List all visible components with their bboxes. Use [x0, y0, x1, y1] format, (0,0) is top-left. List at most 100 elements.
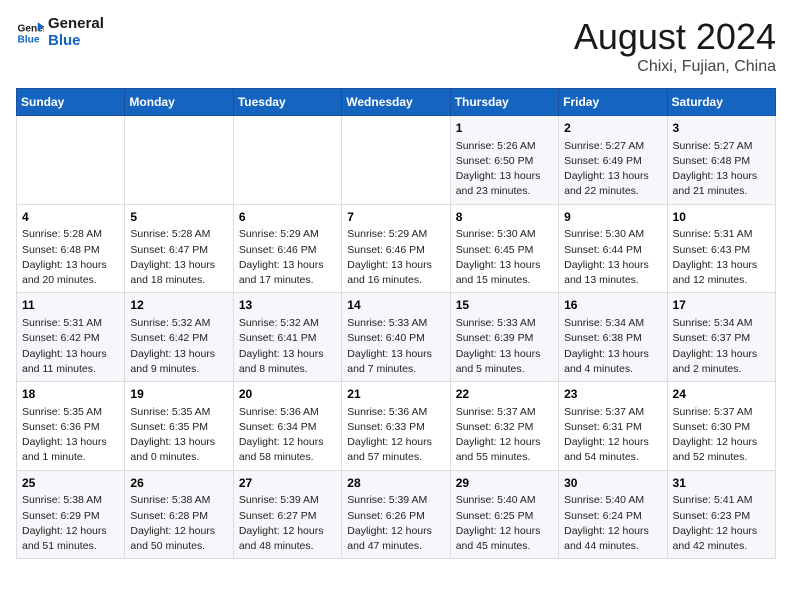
- day-info: Sunrise: 5:36 AMSunset: 6:34 PMDaylight:…: [239, 405, 336, 466]
- day-info: Sunrise: 5:33 AMSunset: 6:40 PMDaylight:…: [347, 316, 444, 377]
- day-number: 13: [239, 297, 336, 314]
- calendar-cell: 17 Sunrise: 5:34 AMSunset: 6:37 PMDayligh…: [667, 293, 775, 382]
- calendar-cell: 27Sunrise: 5:39 AMSunset: 6:27 PMDayligh…: [233, 470, 341, 559]
- day-number: 30: [564, 475, 661, 492]
- day-number: 19: [130, 386, 227, 403]
- day-number: 25: [22, 475, 119, 492]
- day-info: Sunrise: 5:26 AMSunset: 6:50 PMDaylight:…: [456, 139, 553, 200]
- day-number: 4: [22, 209, 119, 226]
- calendar-cell: 20 Sunrise: 5:36 AMSunset: 6:34 PMDayligh…: [233, 382, 341, 471]
- day-info: Sunrise: 5:34 AMSunset: 6:38 PMDaylight:…: [564, 316, 661, 377]
- day-number: 28: [347, 475, 444, 492]
- day-number: 2: [564, 120, 661, 137]
- day-number: 7: [347, 209, 444, 226]
- calendar-cell: [17, 116, 125, 205]
- calendar-cell: 24 Sunrise: 5:37 AMSunset: 6:30 PMDayligh…: [667, 382, 775, 471]
- day-number: 16: [564, 297, 661, 314]
- calendar-cell: 10Sunrise: 5:31 AMSunset: 6:43 PMDayligh…: [667, 204, 775, 293]
- col-header-sunday: Sunday: [17, 89, 125, 116]
- day-info: Sunrise: 5:37 AMSunset: 6:30 PMDaylight:…: [673, 405, 770, 466]
- calendar-cell: 4Sunrise: 5:28 AMSunset: 6:48 PMDaylight…: [17, 204, 125, 293]
- day-number: 29: [456, 475, 553, 492]
- svg-text:Blue: Blue: [18, 34, 40, 45]
- day-info: Sunrise: 5:33 AMSunset: 6:39 PMDaylight:…: [456, 316, 553, 377]
- day-info: Sunrise: 5:27 AMSunset: 6:49 PMDaylight:…: [564, 139, 661, 200]
- calendar-cell: 14 Sunrise: 5:33 AMSunset: 6:40 PMDayligh…: [342, 293, 450, 382]
- day-number: 24: [673, 386, 770, 403]
- calendar-cell: 2 Sunrise: 5:27 AMSunset: 6:49 PMDaylight…: [559, 116, 667, 205]
- day-number: 6: [239, 209, 336, 226]
- calendar-cell: 11 Sunrise: 5:31 AMSunset: 6:42 PMDayligh…: [17, 293, 125, 382]
- day-number: 8: [456, 209, 553, 226]
- day-number: 26: [130, 475, 227, 492]
- day-info: Sunrise: 5:40 AMSunset: 6:24 PMDaylight:…: [564, 493, 661, 554]
- day-info: Sunrise: 5:41 AMSunset: 6:23 PMDaylight:…: [673, 493, 770, 554]
- day-number: 21: [347, 386, 444, 403]
- day-info: Sunrise: 5:35 AMSunset: 6:35 PMDaylight:…: [130, 405, 227, 466]
- col-header-monday: Monday: [125, 89, 233, 116]
- col-header-thursday: Thursday: [450, 89, 558, 116]
- day-info: Sunrise: 5:34 AMSunset: 6:37 PMDaylight:…: [673, 316, 770, 377]
- calendar-cell: 13Sunrise: 5:32 AMSunset: 6:41 PMDayligh…: [233, 293, 341, 382]
- calendar-cell: 26Sunrise: 5:38 AMSunset: 6:28 PMDayligh…: [125, 470, 233, 559]
- logo-text: General Blue: [48, 16, 104, 49]
- calendar-cell: 23Sunrise: 5:37 AMSunset: 6:31 PMDayligh…: [559, 382, 667, 471]
- calendar-week-row: 1Sunrise: 5:26 AMSunset: 6:50 PMDaylight…: [17, 116, 776, 205]
- day-info: Sunrise: 5:27 AMSunset: 6:48 PMDaylight:…: [673, 139, 770, 200]
- month-year-title: August 2024: [574, 16, 776, 58]
- calendar-table: SundayMondayTuesdayWednesdayThursdayFrid…: [16, 88, 776, 559]
- day-number: 11: [22, 297, 119, 314]
- location-subtitle: Chixi, Fujian, China: [574, 58, 776, 76]
- day-number: 3: [673, 120, 770, 137]
- calendar-cell: 6Sunrise: 5:29 AMSunset: 6:46 PMDaylight…: [233, 204, 341, 293]
- day-number: 27: [239, 475, 336, 492]
- calendar-cell: 15 Sunrise: 5:33 AMSunset: 6:39 PMDayligh…: [450, 293, 558, 382]
- day-info: Sunrise: 5:35 AMSunset: 6:36 PMDaylight:…: [22, 405, 119, 466]
- day-info: Sunrise: 5:37 AMSunset: 6:31 PMDaylight:…: [564, 405, 661, 466]
- day-info: Sunrise: 5:29 AMSunset: 6:46 PMDaylight:…: [347, 227, 444, 288]
- calendar-cell: 9Sunrise: 5:30 AMSunset: 6:44 PMDaylight…: [559, 204, 667, 293]
- day-info: Sunrise: 5:38 AMSunset: 6:28 PMDaylight:…: [130, 493, 227, 554]
- calendar-cell: 25Sunrise: 5:38 AMSunset: 6:29 PMDayligh…: [17, 470, 125, 559]
- calendar-week-row: 11 Sunrise: 5:31 AMSunset: 6:42 PMDayligh…: [17, 293, 776, 382]
- day-number: 12: [130, 297, 227, 314]
- col-header-wednesday: Wednesday: [342, 89, 450, 116]
- calendar-cell: 19 Sunrise: 5:35 AMSunset: 6:35 PMDayligh…: [125, 382, 233, 471]
- day-info: Sunrise: 5:28 AMSunset: 6:48 PMDaylight:…: [22, 227, 119, 288]
- col-header-saturday: Saturday: [667, 89, 775, 116]
- day-info: Sunrise: 5:37 AMSunset: 6:32 PMDaylight:…: [456, 405, 553, 466]
- calendar-cell: 28Sunrise: 5:39 AMSunset: 6:26 PMDayligh…: [342, 470, 450, 559]
- day-number: 17: [673, 297, 770, 314]
- day-number: 9: [564, 209, 661, 226]
- day-info: Sunrise: 5:38 AMSunset: 6:29 PMDaylight:…: [22, 493, 119, 554]
- calendar-cell: 31Sunrise: 5:41 AMSunset: 6:23 PMDayligh…: [667, 470, 775, 559]
- day-info: Sunrise: 5:31 AMSunset: 6:42 PMDaylight:…: [22, 316, 119, 377]
- day-info: Sunrise: 5:29 AMSunset: 6:46 PMDaylight:…: [239, 227, 336, 288]
- calendar-header-row: SundayMondayTuesdayWednesdayThursdayFrid…: [17, 89, 776, 116]
- calendar-cell: 7Sunrise: 5:29 AMSunset: 6:46 PMDaylight…: [342, 204, 450, 293]
- col-header-friday: Friday: [559, 89, 667, 116]
- day-info: Sunrise: 5:31 AMSunset: 6:43 PMDaylight:…: [673, 227, 770, 288]
- calendar-week-row: 25Sunrise: 5:38 AMSunset: 6:29 PMDayligh…: [17, 470, 776, 559]
- calendar-cell: 22 Sunrise: 5:37 AMSunset: 6:32 PMDayligh…: [450, 382, 558, 471]
- logo: General Blue General Blue: [16, 16, 104, 49]
- calendar-cell: 18 Sunrise: 5:35 AMSunset: 6:36 PMDayligh…: [17, 382, 125, 471]
- page-header: General Blue General Blue August 2024 Ch…: [16, 16, 776, 76]
- day-number: 18: [22, 386, 119, 403]
- day-number: 15: [456, 297, 553, 314]
- calendar-cell: 1Sunrise: 5:26 AMSunset: 6:50 PMDaylight…: [450, 116, 558, 205]
- day-number: 5: [130, 209, 227, 226]
- day-number: 14: [347, 297, 444, 314]
- calendar-cell: 21 Sunrise: 5:36 AMSunset: 6:33 PMDayligh…: [342, 382, 450, 471]
- calendar-cell: [233, 116, 341, 205]
- day-number: 22: [456, 386, 553, 403]
- day-info: Sunrise: 5:36 AMSunset: 6:33 PMDaylight:…: [347, 405, 444, 466]
- day-number: 20: [239, 386, 336, 403]
- day-number: 31: [673, 475, 770, 492]
- calendar-cell: 16 Sunrise: 5:34 AMSunset: 6:38 PMDayligh…: [559, 293, 667, 382]
- col-header-tuesday: Tuesday: [233, 89, 341, 116]
- calendar-cell: 30Sunrise: 5:40 AMSunset: 6:24 PMDayligh…: [559, 470, 667, 559]
- calendar-cell: 12Sunrise: 5:32 AMSunset: 6:42 PMDayligh…: [125, 293, 233, 382]
- calendar-cell: [125, 116, 233, 205]
- day-info: Sunrise: 5:30 AMSunset: 6:45 PMDaylight:…: [456, 227, 553, 288]
